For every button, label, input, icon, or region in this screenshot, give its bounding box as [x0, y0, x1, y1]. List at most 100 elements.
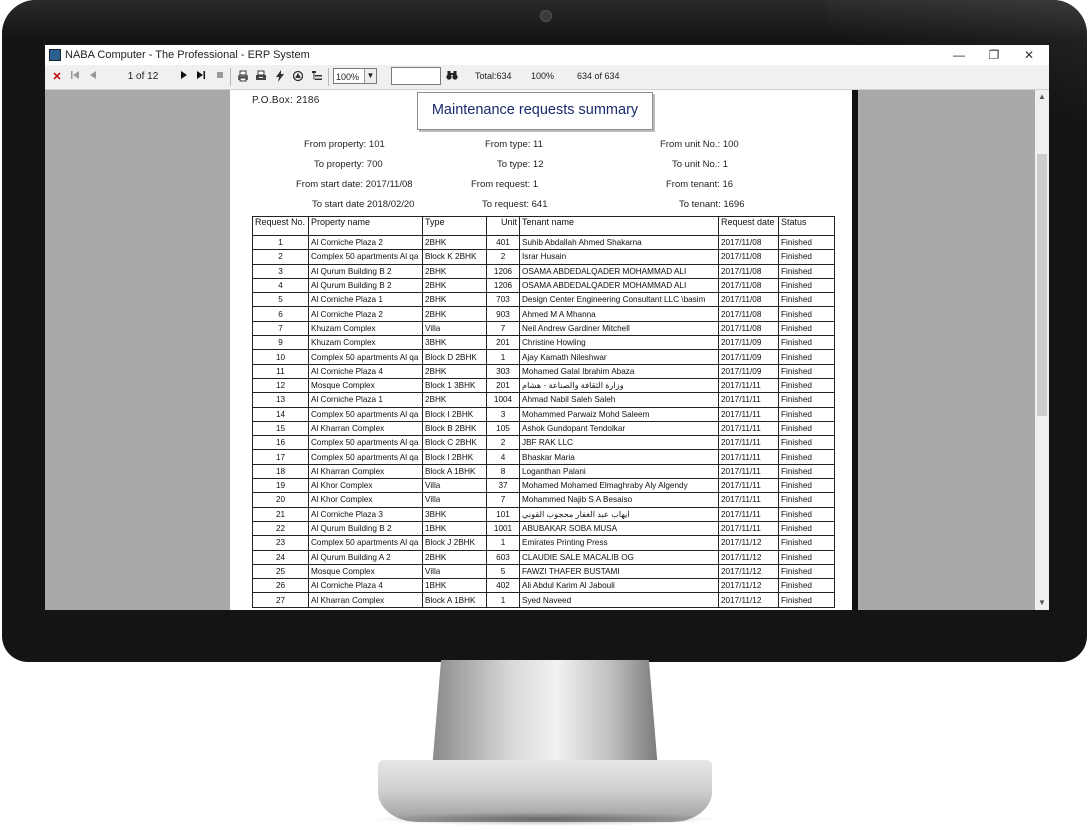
stop-icon[interactable] — [214, 70, 226, 84]
minimize-button[interactable]: — — [941, 46, 977, 64]
tenant-name-cell: Israr Husain — [519, 249, 719, 265]
first-page-icon[interactable] — [69, 70, 81, 84]
request-no-cell: 22 — [252, 520, 309, 537]
column-header: Status — [778, 216, 835, 236]
tenant-name-cell: Ajay Kamath Nileshwar — [519, 349, 719, 365]
type-cell: 2BHK — [422, 392, 487, 408]
table-header-row: Request No. Property name Type Unit Tenant n… — [252, 216, 835, 236]
report-viewer: P.O.Box: 2186 Maintenance requests summa… — [45, 90, 1035, 610]
property-name-cell: Mosque Complex — [308, 377, 423, 394]
unit-cell: 37 — [486, 478, 520, 494]
type-cell: Villa — [422, 563, 487, 580]
request-no-cell: 12 — [252, 377, 309, 394]
type-cell: 3BHK — [422, 335, 487, 351]
property-name-cell: Al Corniche Plaza 3 — [308, 506, 423, 522]
unit-cell: 7 — [486, 492, 520, 508]
scroll-down-icon[interactable]: ▼ — [1035, 596, 1049, 610]
chevron-down-icon[interactable]: ▼ — [364, 69, 376, 83]
status-cell: Finished — [778, 520, 835, 537]
filter-from-type: From type: 11 — [485, 139, 543, 150]
table-row: 10 Complex 50 apartments Al qa Block D 2BH… — [252, 349, 835, 365]
request-no-cell: 4 — [252, 277, 309, 294]
type-cell: Block A 1BHK — [422, 463, 487, 480]
request-no-cell: 24 — [252, 549, 309, 565]
next-page-icon[interactable] — [178, 70, 190, 84]
prev-page-icon[interactable] — [87, 70, 99, 84]
request-no-cell: 10 — [252, 349, 309, 365]
type-cell: Block C 2BHK — [422, 435, 487, 451]
type-cell: Villa — [422, 478, 487, 494]
request-date-cell: 2017/11/12 — [718, 563, 779, 580]
request-no-cell: 6 — [252, 306, 309, 322]
request-no-cell: 2 — [252, 249, 309, 265]
table-row: 1 Al Corniche Plaza 2 2BHK 401 Suhib Abdalla… — [252, 234, 835, 251]
close-report-icon[interactable]: ✕ — [51, 70, 63, 84]
print-setup-icon[interactable] — [254, 70, 268, 84]
scroll-up-icon[interactable]: ▲ — [1035, 90, 1049, 104]
maximize-button[interactable]: ❐ — [976, 46, 1012, 64]
column-header: Tenant name — [519, 216, 719, 236]
status-cell: Finished — [778, 277, 835, 294]
status-cell: Finished — [778, 578, 835, 594]
property-name-cell: Complex 50 apartments Al qa — [308, 449, 423, 465]
request-no-cell: 25 — [252, 563, 309, 580]
unit-cell: 8 — [486, 463, 520, 480]
request-no-cell: 18 — [252, 463, 309, 480]
column-header: Property name — [308, 216, 423, 236]
last-page-icon[interactable] — [195, 70, 207, 84]
unit-cell: 5 — [486, 563, 520, 580]
print-icon[interactable] — [236, 70, 250, 84]
property-name-cell: Al Khor Complex — [308, 492, 423, 508]
request-date-cell: 2017/11/12 — [718, 578, 779, 594]
tenant-name-cell: Mohamed Galal Ibrahim Abaza — [519, 363, 719, 379]
unit-cell: 7 — [486, 320, 520, 337]
table-body: 1 Al Corniche Plaza 2 2BHK 401 Suhib Abdalla… — [252, 234, 835, 608]
type-cell: Villa — [422, 492, 487, 508]
property-name-cell: Complex 50 apartments Al qa — [308, 349, 423, 365]
table-row: 16 Complex 50 apartments Al qa Block C 2BH… — [252, 435, 835, 451]
request-date-cell: 2017/11/11 — [718, 406, 779, 422]
request-date-cell: 2017/11/11 — [718, 435, 779, 451]
po-box: P.O.Box: 2186 — [252, 95, 320, 106]
type-cell: Block I 2BHK — [422, 449, 487, 465]
property-name-cell: Al Qurum Building A 2 — [308, 549, 423, 565]
request-no-cell: 5 — [252, 292, 309, 308]
filter-from-start-date: From start date: 2017/11/08 — [296, 179, 413, 190]
scrollbar-thumb[interactable] — [1037, 154, 1047, 416]
app-icon — [49, 49, 61, 61]
vertical-scrollbar[interactable]: ▲ ▼ — [1035, 90, 1049, 610]
column-header: Type — [422, 216, 487, 236]
tenant-name-cell: Ashok Gundopant Tendolkar — [519, 420, 719, 437]
search-input[interactable] — [391, 67, 441, 85]
status-cell: Finished — [778, 535, 835, 551]
group-tree-icon[interactable] — [310, 70, 324, 84]
export-icon[interactable] — [291, 70, 305, 84]
request-no-cell: 14 — [252, 406, 309, 422]
close-window-button[interactable]: ✕ — [1011, 46, 1047, 64]
refresh-icon[interactable] — [273, 70, 287, 84]
tenant-name-cell: Mohammed Parwaiz Mohd Saleem — [519, 406, 719, 422]
request-date-cell: 2017/11/11 — [718, 506, 779, 522]
zoom-select[interactable]: 100% ▼ — [333, 68, 377, 84]
table-row: 24 Al Qurum Building A 2 2BHK 603 CLAUDIE SA… — [252, 549, 835, 565]
property-name-cell: Al Corniche Plaza 2 — [308, 306, 423, 322]
request-date-cell: 2017/11/09 — [718, 349, 779, 365]
status-cell: Finished — [778, 506, 835, 522]
filter-from-property: From property: 101 — [304, 139, 385, 150]
request-date-cell: 2017/11/11 — [718, 492, 779, 508]
request-date-cell: 2017/11/08 — [718, 263, 779, 279]
table-row: 14 Complex 50 apartments Al qa Block I 2BH… — [252, 406, 835, 422]
property-name-cell: Khuzam Complex — [308, 335, 423, 351]
table-row: 4 Al Qurum Building B 2 2BHK 1206 OSAMA ABDE… — [252, 277, 835, 294]
binoculars-icon[interactable] — [445, 70, 459, 84]
request-date-cell: 2017/11/12 — [718, 549, 779, 565]
zoom-value: 100% — [336, 72, 360, 82]
status-cell: Finished — [778, 320, 835, 337]
filter-from-tenant: From tenant: 16 — [666, 179, 734, 190]
request-no-cell: 23 — [252, 535, 309, 551]
toolbar-separator — [328, 68, 329, 86]
table-row: 20 Al Khor Complex Villa 7 Mohammed Najib S … — [252, 492, 835, 508]
property-name-cell: Al Kharran Complex — [308, 420, 423, 437]
tenant-name-cell: FAWZI THAFER BUSTAMI — [519, 563, 719, 580]
request-date-cell: 2017/11/12 — [718, 535, 779, 551]
